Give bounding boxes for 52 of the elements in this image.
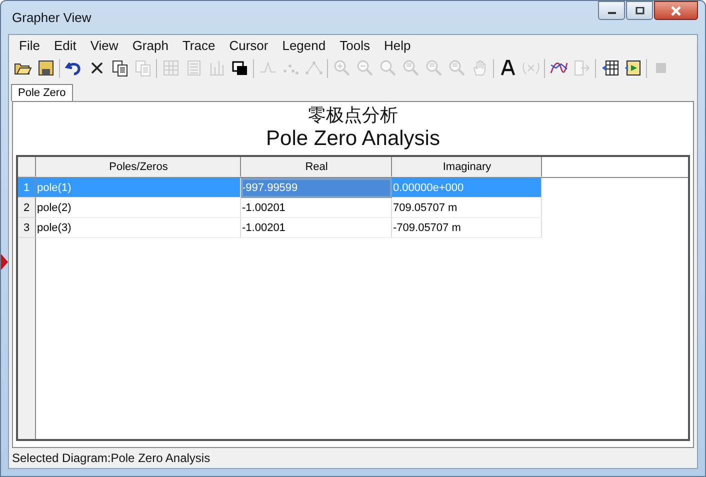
table-cell: -1.00201: [241, 198, 392, 218]
menu-item[interactable]: Graph: [125, 38, 176, 52]
column-header[interactable]: Real: [241, 157, 392, 177]
close-icon: [670, 6, 682, 16]
zoomx-icon: [448, 59, 466, 77]
menu-item[interactable]: Tools: [332, 38, 377, 52]
list-icon: [184, 59, 202, 77]
windows-icon: [230, 59, 248, 77]
menu-item[interactable]: Help: [376, 38, 418, 52]
table-cell: pole(3): [36, 218, 241, 238]
save-icon: [36, 59, 54, 77]
table-cell: 0.00000e+000: [392, 178, 542, 198]
zoomfit-icon: [378, 59, 396, 77]
column-header[interactable]: Poles/Zeros: [36, 157, 241, 177]
menu-item[interactable]: Cursor: [222, 38, 276, 52]
paste-icon: [134, 59, 152, 77]
close-button[interactable]: [654, 1, 698, 20]
table-cell: 709.05707 m: [392, 198, 542, 218]
table-cell: -997.99599: [241, 178, 392, 198]
menu-item[interactable]: Trace: [175, 38, 222, 52]
linedots-icon: [304, 59, 322, 77]
maximize-icon: [634, 6, 644, 14]
hand-icon: [470, 59, 488, 77]
copy-icon: [110, 59, 128, 77]
grid-icon: [162, 59, 180, 77]
table-cell: -1.00201: [241, 218, 392, 238]
bars-icon: [208, 59, 226, 77]
status-text: Selected Diagram:Pole Zero Analysis: [12, 451, 210, 465]
table-cell: pole(1): [36, 178, 241, 198]
export-icon: [572, 59, 590, 77]
window-title: Grapher View: [11, 10, 92, 25]
zoomx-icon: [402, 59, 420, 77]
menu-item[interactable]: View: [83, 38, 126, 52]
row-number[interactable]: 3: [18, 218, 36, 238]
zoomx-icon: [424, 59, 442, 77]
column-header[interactable]: Imaginary: [392, 157, 542, 177]
table-cell: pole(2): [36, 198, 241, 218]
zoomin-icon: [332, 59, 350, 77]
zoomout-icon: [356, 59, 374, 77]
row-number[interactable]: 2: [18, 198, 36, 218]
text-icon: [498, 59, 516, 77]
menu-item[interactable]: Legend: [275, 38, 333, 52]
run-icon: [624, 59, 642, 77]
tab[interactable]: Pole Zero: [11, 84, 73, 101]
diagram-title: Pole Zero Analysis: [266, 127, 440, 151]
table-cell: -709.05707 m: [392, 218, 542, 238]
menu-item[interactable]: Edit: [46, 38, 84, 52]
menu-item[interactable]: File: [12, 38, 47, 52]
diagram-title: 零极点分析: [308, 105, 398, 127]
minimize-button[interactable]: [598, 1, 625, 20]
maximize-button[interactable]: [626, 1, 653, 20]
tableexport-icon: [600, 59, 618, 77]
